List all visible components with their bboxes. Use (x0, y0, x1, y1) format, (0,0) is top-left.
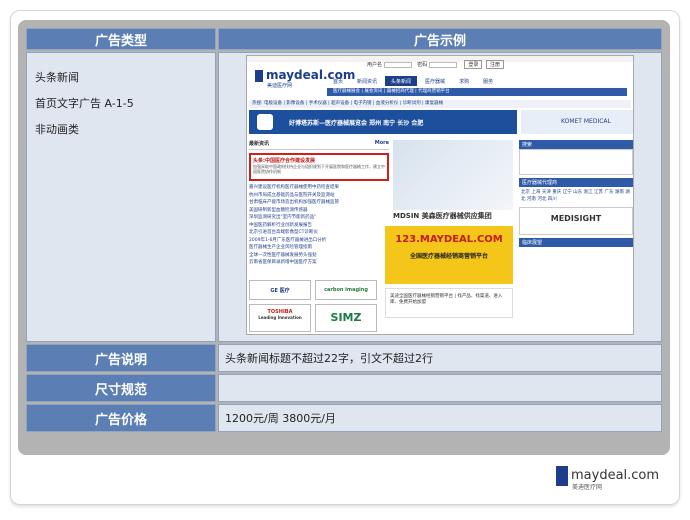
ad-site-text: 123.MAYDEAL.COM (395, 234, 503, 245)
headline-description: 加强采取中国政府扶持企业与组织规划下开展医院和医疗器械工作，建立中国医院协作机制 (253, 164, 385, 174)
sub-nav[interactable]: 医疗器械展会 | 展会资讯 | 器械招商代理 | 代理商营销平台 (327, 88, 627, 96)
ad-type-line: 非动画类 (35, 123, 79, 136)
mdsin-ad[interactable]: MDSIN 美森医疗器械供应集团 (393, 211, 513, 221)
nav-item-active[interactable]: 头条新闻 (385, 76, 418, 86)
username-label: 用户名 (367, 62, 383, 68)
search-box-header: 搜索 (519, 140, 633, 149)
ad-type-cell: 头条新闻 首页文字广告 A-1-5 非动画类 (26, 52, 216, 342)
komet-banner[interactable]: KOMET MEDICAL (521, 110, 633, 134)
list-item[interactable]: 云南省医保目录新增中国医疗方案 (249, 259, 389, 267)
row-value-description: 头条新闻标题不超过22字，引文不超过2行 (218, 344, 662, 372)
medisight-ad[interactable]: MEDISIGHT (519, 207, 633, 235)
list-item[interactable]: 全球一次性医疗器械发展势头强劲 (249, 252, 389, 260)
row-label-price: 广告价格 (26, 404, 216, 432)
list-item[interactable]: 医疗器械生产企业风险管理指南 (249, 244, 389, 252)
footer-logo: maydeal.com 美迪医疗网 (556, 465, 659, 491)
list-item[interactable]: 杭州市局成立基础药品与医院开关及监测站 (249, 192, 389, 200)
password-input[interactable] (428, 61, 457, 68)
news-list: 嘉兴建设医疗机构医疗器械使用中药检查结果 杭州市局成立基础药品与医院开关及监测站… (249, 184, 389, 267)
expo-banner[interactable]: 好博塔苏斯—医疗器械展览会 郑州 南宁 长沙 合肥 (249, 110, 517, 134)
password-label: 密码 (417, 62, 428, 68)
ge-logo[interactable]: GE 医疗 (249, 280, 311, 300)
carbon-imaging-logo[interactable]: carbon imaging (315, 280, 377, 300)
footer-site-name: maydeal.com (571, 468, 660, 483)
expo-logo-icon (257, 114, 273, 130)
logo-mark-icon (255, 69, 263, 82)
footer-logo-icon (556, 465, 568, 486)
more-link[interactable]: More (375, 140, 389, 146)
row-value-size (218, 374, 662, 402)
right-column: 搜索 医疗器械代理商 北京 上海 天津 重庆 辽宁 山东 浙江 江苏 广东 湖南… (519, 140, 633, 334)
nav-item[interactable]: 新闻资讯 (351, 76, 383, 86)
maydeal-yellow-ad[interactable]: 123.MAYDEAL.COM 全国医疗器械经销商营销平台 (385, 226, 513, 284)
header-ad-sample: 广告示例 (218, 28, 662, 50)
ad-spec-panel: 广告类型 广告示例 头条新闻 首页文字广告 A-1-5 非动画类 maydeal… (18, 20, 670, 455)
doctors-photo (393, 140, 513, 210)
sponsor-logos: GE 医疗 carbon imaging TOSHIBA Leading Inn… (249, 278, 379, 334)
ad-type-line: 首页文字广告 A-1-5 (35, 97, 134, 110)
ad-slogan: 全国医疗器械经销商营销平台 (409, 253, 488, 260)
sample-screenshot: maydeal.com 美迪医疗网 用户名 密码 登录 注册 首页 新闻资讯 头… (246, 55, 634, 335)
region-header: 医疗器械代理商 (519, 178, 633, 187)
list-item[interactable]: 甘肃临床产能市场造出机构加强医疗器械监管 (249, 199, 389, 207)
simz-logo[interactable]: SIMZ (315, 304, 377, 332)
nav-item[interactable]: 首页 (327, 76, 349, 86)
clinical-news-header: 临床展望 (519, 238, 633, 247)
platform-box[interactable]: 美迪全国医疗器械经销营销平台 | 找产品、找渠道、进入库、免费开始加盟 (385, 288, 513, 318)
list-item[interactable]: 深圳监测研究出"室内节能新药品" (249, 214, 389, 222)
login-button[interactable]: 登录 (464, 60, 483, 69)
nav-item[interactable]: 医疗器械 (419, 76, 451, 86)
register-button[interactable]: 注册 (486, 60, 505, 69)
row-label-size: 尺寸规范 (26, 374, 216, 402)
banner-text: 好博塔苏斯—医疗器械展览会 郑州 南宁 长沙 合肥 (289, 120, 424, 127)
nav-item[interactable]: 求购 (453, 76, 475, 86)
search-box[interactable] (519, 149, 633, 175)
toshiba-sub: Leading Innovation (258, 315, 302, 320)
toshiba-logo[interactable]: TOSHIBA Leading Innovation (249, 304, 311, 332)
headline-title: 头条:中国医疗合作建设发展 (253, 158, 316, 164)
news-title-text: 最新资讯 (249, 141, 270, 147)
region-grid[interactable]: 北京 上海 天津 重庆 辽宁 山东 浙江 江苏 广东 湖南 湖北 河南 河北 四… (519, 187, 633, 205)
list-item[interactable]: 中国医药解析行业创新发展报告 (249, 222, 389, 230)
username-input[interactable] (383, 61, 412, 68)
header-ad-type: 广告类型 (26, 28, 216, 50)
list-item[interactable]: 美国研制新型血糖检测传感器 (249, 207, 389, 215)
ad-type-line: 头条新闻 (35, 71, 79, 84)
ad-spec-table: 广告类型 广告示例 头条新闻 首页文字广告 A-1-5 非动画类 maydeal… (24, 26, 664, 434)
hot-search-bar[interactable]: 热搜: 电极设备 | 影像设备 | 手术仪器 | 超声设备 | 电子内镜 | 血… (249, 100, 631, 108)
nav-item[interactable]: 服务 (477, 76, 499, 86)
row-value-price: 1200元/周 3800元/月 (218, 404, 662, 432)
list-item[interactable]: 嘉兴建设医疗机构医疗器械使用中药检查结果 (249, 184, 389, 192)
headline-highlight-box[interactable]: 头条:中国医疗合作建设发展 加强采取中国政府扶持企业与组织规划下开展医院和医疗器… (249, 153, 389, 181)
news-section-title: 最新资讯 More (249, 140, 389, 150)
ad-sample-cell: maydeal.com 美迪医疗网 用户名 密码 登录 注册 首页 新闻资讯 头… (218, 52, 662, 342)
list-item[interactable]: 2009年1-6月广东医疗器械进出口分析 (249, 237, 389, 245)
list-item[interactable]: 北京引进首台高端影像型CT诊断仪 (249, 229, 389, 237)
row-label-description: 广告说明 (26, 344, 216, 372)
main-nav: 首页 新闻资讯 头条新闻 医疗器械 求购 服务 (327, 76, 499, 86)
login-row: 用户名 密码 登录 注册 (367, 60, 505, 69)
